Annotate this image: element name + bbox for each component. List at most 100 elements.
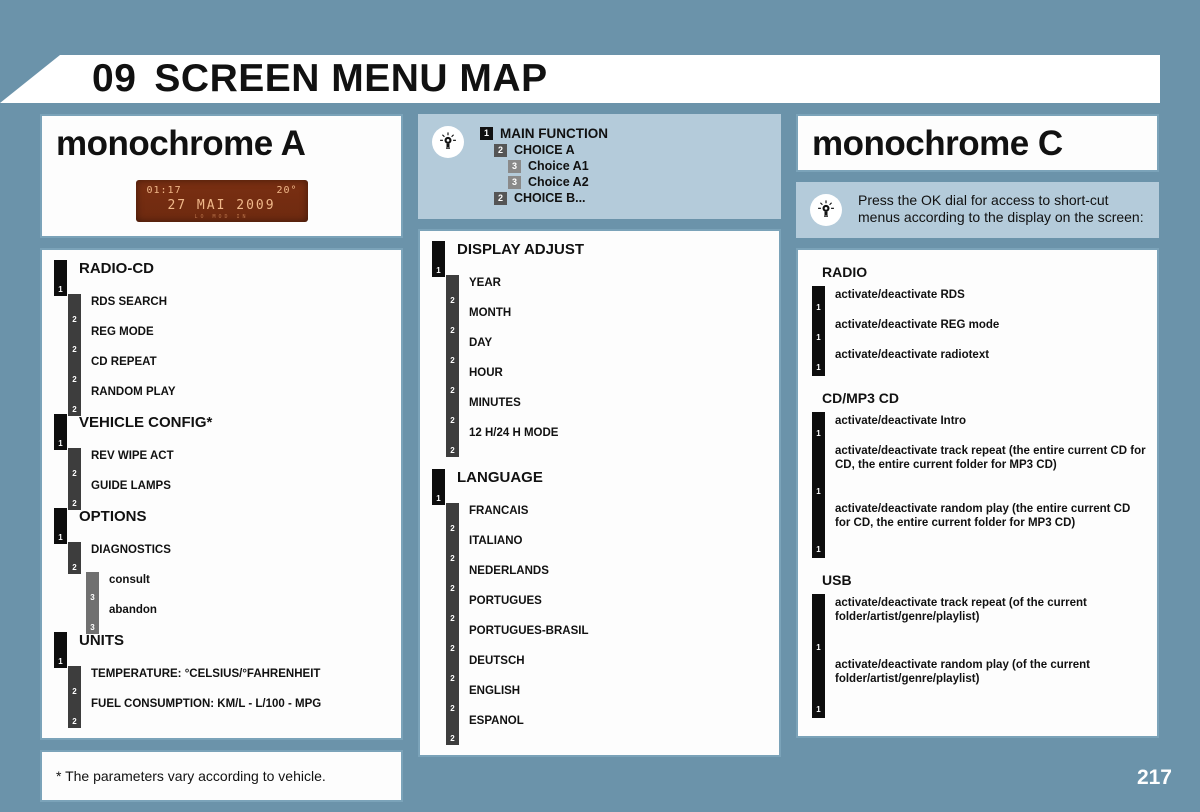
menu-item[interactable]: 2 TEMPERATURE: °CELSIUS/°FAHRENHEIT xyxy=(68,666,395,698)
level-badge: 2 xyxy=(446,653,459,685)
chapter-header-banner: 09 SCREEN MENU MAP xyxy=(0,55,1160,103)
menu-item[interactable]: 2 NEDERLANDS xyxy=(446,563,773,595)
menu-item[interactable]: 2 PORTUGUES-BRASIL xyxy=(446,623,773,655)
menu-item[interactable]: 2 MONTH xyxy=(446,305,773,337)
level-badge: 1 xyxy=(812,316,825,346)
menu-item[interactable]: 3 consult xyxy=(86,572,395,604)
shortcut-item[interactable]: 1 activate/deactivate REG mode xyxy=(812,316,1147,346)
menu-item[interactable]: 2 ENGLISH xyxy=(446,683,773,715)
chapter-number: 09 xyxy=(92,57,137,100)
lcd-time: 01:17 xyxy=(146,185,182,196)
menu-item-label: MONTH xyxy=(469,307,512,319)
menu-item-label: ESPANOL xyxy=(469,715,524,727)
monochrome-a-menu-tree: 1 RADIO-CD 2 RDS SEARCH 2 REG MODE 2 CD REPEAT 2… xyxy=(42,250,401,738)
menu-item-label: VEHICLE CONFIG* xyxy=(79,414,213,431)
shortcut-item-label: activate/deactivate RDS xyxy=(835,289,965,301)
menu-item[interactable]: 2 MINUTES xyxy=(446,395,773,427)
level-badge: 1 xyxy=(480,127,493,140)
legend-label: Choice A2 xyxy=(528,175,589,189)
menu-item[interactable]: 2 DEUTSCH xyxy=(446,653,773,685)
menu-item[interactable]: 2 HOUR xyxy=(446,365,773,397)
menu-item-label: abandon xyxy=(109,604,157,616)
shortcut-item-label: activate/deactivate random play (the ent… xyxy=(835,503,1131,529)
menu-item[interactable]: 2 GUIDE LAMPS xyxy=(68,478,395,510)
level-badge: 2 xyxy=(68,542,81,574)
menu-item-label: RANDOM PLAY xyxy=(91,386,176,398)
menu-item[interactable]: 2 ESPANOL xyxy=(446,713,773,745)
menu-item[interactable]: 1 OPTIONS xyxy=(54,508,395,544)
legend-row: 1 MAIN FUNCTION xyxy=(480,126,781,141)
menu-item[interactable]: 2 RDS SEARCH xyxy=(68,294,395,326)
legend-label: CHOICE B... xyxy=(514,191,586,205)
shortcut-item-label: activate/deactivate track repeat (of the… xyxy=(835,597,1087,623)
level-badge: 1 xyxy=(812,594,825,656)
menu-item[interactable]: 2 YEAR xyxy=(446,275,773,307)
menu-item[interactable]: 2 12 H/24 H MODE xyxy=(446,425,773,457)
level-badge: 1 xyxy=(812,442,825,500)
level-badge: 3 xyxy=(86,602,99,634)
level-badge: 1 xyxy=(812,286,825,316)
group-heading: CD/MP3 CD xyxy=(822,390,900,406)
level-badge: 2 xyxy=(68,384,81,416)
legend-card: 1 MAIN FUNCTION 2 CHOICE A 3 Choice A1 3 Choice… xyxy=(418,114,781,219)
menu-item[interactable]: 1 RADIO-CD xyxy=(54,260,395,296)
shortcut-item[interactable]: 1 activate/deactivate random play (the en… xyxy=(812,500,1147,558)
shortcut-item-label: activate/deactivate Intro xyxy=(835,415,967,427)
menu-item-label: MINUTES xyxy=(469,397,521,409)
page-title: 09 SCREEN MENU MAP xyxy=(92,55,548,103)
level-badge: 2 xyxy=(446,275,459,307)
level-badge: 1 xyxy=(812,500,825,558)
menu-item-label: ITALIANO xyxy=(469,535,523,547)
menu-item[interactable]: 2 CD REPEAT xyxy=(68,354,395,386)
monochrome-a-menu-card: 1 RADIO-CD 2 RDS SEARCH 2 REG MODE 2 CD REPEAT 2… xyxy=(40,248,403,740)
page-number: 217 xyxy=(1136,766,1172,789)
shortcut-item[interactable]: 1 activate/deactivate random play (of the… xyxy=(812,656,1147,718)
menu-item[interactable]: 1 VEHICLE CONFIG* xyxy=(54,414,395,450)
shortcut-item[interactable]: 1 activate/deactivate track repeat (of th… xyxy=(812,594,1147,656)
level-badge: 1 xyxy=(432,241,445,277)
menu-item[interactable]: 1 UNITS xyxy=(54,632,395,668)
menu-item[interactable]: 2 ITALIANO xyxy=(446,533,773,565)
menu-item[interactable]: 3 abandon xyxy=(86,602,395,634)
lightbulb-icon xyxy=(432,126,464,158)
shortcut-item[interactable]: 1 activate/deactivate radiotext xyxy=(812,346,1147,376)
footnote-card: * The parameters vary according to vehic… xyxy=(40,750,403,802)
menu-item[interactable]: 2 REV WIPE ACT xyxy=(68,448,395,480)
menu-item[interactable]: 1 DISPLAY ADJUST xyxy=(432,241,773,277)
shortcut-item[interactable]: 1 activate/deactivate track repeat (the e… xyxy=(812,442,1147,500)
legend-row: 2 CHOICE A xyxy=(480,143,781,157)
monochrome-c-title: monochrome C xyxy=(812,124,1063,163)
level-badge: 2 xyxy=(68,666,81,698)
level-badge: 1 xyxy=(432,469,445,505)
level-badge: 3 xyxy=(508,159,521,173)
lcd-temperature: 20° xyxy=(276,185,298,196)
menu-item[interactable]: 1 LANGUAGE xyxy=(432,469,773,505)
menu-item[interactable]: 2 FRANCAIS xyxy=(446,503,773,535)
legend-label: MAIN FUNCTION xyxy=(500,126,608,141)
chapter-title: SCREEN MENU MAP xyxy=(154,57,548,100)
level-badge: 2 xyxy=(494,191,507,205)
middle-menu-tree: 1 DISPLAY ADJUST 2 YEAR 2 MONTH 2 DAY 2 HOUR 2 MINU… xyxy=(420,231,779,755)
footnote-text: * The parameters vary according to vehic… xyxy=(56,768,326,784)
level-badge: 2 xyxy=(494,143,507,157)
level-badge: 2 xyxy=(68,324,81,356)
menu-item-label: DISPLAY ADJUST xyxy=(457,241,584,258)
menu-item-label: FRANCAIS xyxy=(469,505,529,517)
menu-item[interactable]: 2 REG MODE xyxy=(68,324,395,356)
menu-item[interactable]: 2 RANDOM PLAY xyxy=(68,384,395,416)
menu-item[interactable]: 2 FUEL CONSUMPTION: KM/L - L/100 - MPG xyxy=(68,696,395,728)
menu-item[interactable]: 2 DAY xyxy=(446,335,773,367)
level-badge: 2 xyxy=(68,294,81,326)
shortcut-item[interactable]: 1 activate/deactivate Intro xyxy=(812,412,1147,442)
level-badge: 1 xyxy=(54,260,67,296)
legend-label: Choice A1 xyxy=(528,159,589,173)
level-badge: 2 xyxy=(446,395,459,427)
menu-item[interactable]: 2 DIAGNOSTICS xyxy=(68,542,395,574)
menu-item[interactable]: 2 PORTUGUES xyxy=(446,593,773,625)
right-column: monochrome C Press the OK dial for acces… xyxy=(796,114,1159,748)
group-heading: USB xyxy=(822,572,852,588)
shortcut-item[interactable]: 1 activate/deactivate RDS xyxy=(812,286,1147,316)
menu-item-label: 12 H/24 H MODE xyxy=(469,427,559,439)
menu-item-label: REG MODE xyxy=(91,326,154,338)
level-badge: 3 xyxy=(508,175,521,189)
